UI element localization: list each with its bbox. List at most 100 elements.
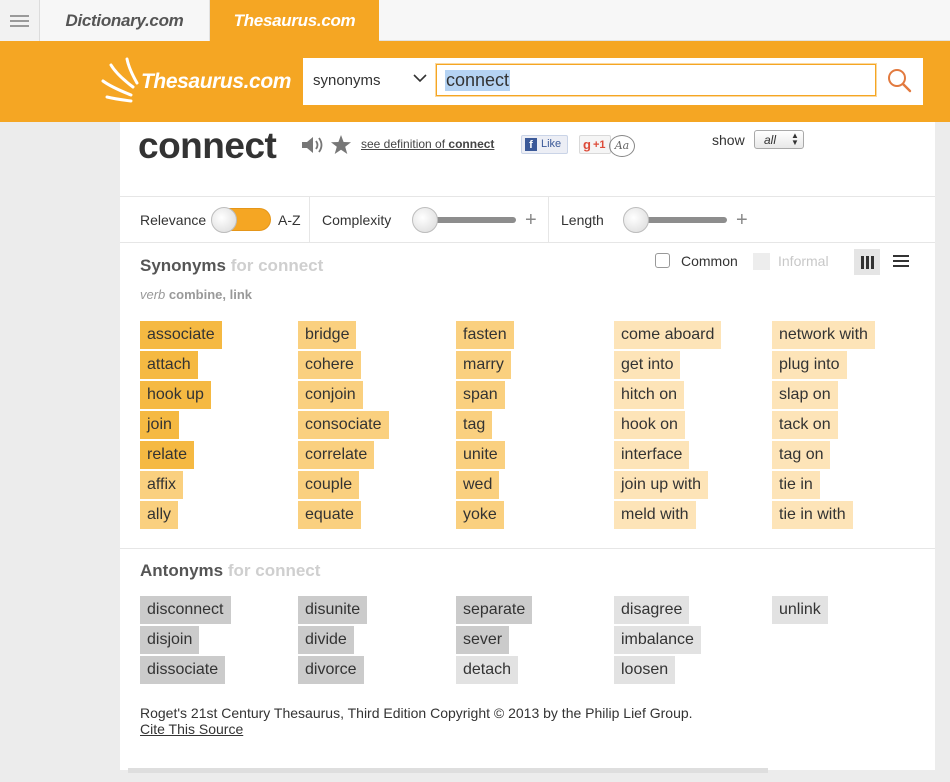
show-select-value: all: [764, 133, 777, 147]
antonyms-for-text: for connect: [227, 561, 321, 580]
search-button[interactable]: [881, 64, 919, 98]
facebook-like-button[interactable]: f Like: [521, 135, 568, 154]
card-shadow: [128, 768, 768, 773]
see-definition-link[interactable]: see definition of connect: [361, 137, 494, 151]
show-select[interactable]: all ▲ ▼: [754, 130, 804, 149]
synonym-chip[interactable]: couple: [298, 471, 360, 499]
list-view-icon[interactable]: [891, 251, 911, 271]
section-divider: [120, 548, 935, 549]
antonym-chip[interactable]: unlink: [772, 596, 828, 624]
font-size-toggle-icon[interactable]: Aa: [609, 135, 635, 157]
antonym-chip[interactable]: disconnect: [140, 596, 231, 624]
synonym-chip[interactable]: relate: [140, 441, 195, 469]
sort-toggle-knob[interactable]: [211, 207, 237, 233]
select-arrows-icon: ▲ ▼: [791, 131, 799, 147]
cite-source-link[interactable]: Cite This Source: [140, 721, 243, 737]
facebook-icon: f: [525, 138, 537, 151]
speaker-icon[interactable]: [300, 134, 324, 156]
antonym-chip[interactable]: separate: [456, 596, 533, 624]
synonym-chip[interactable]: bridge: [298, 321, 357, 349]
antonym-chip[interactable]: dissociate: [140, 656, 226, 684]
antonym-chip[interactable]: disjoin: [140, 626, 200, 654]
synonym-chip[interactable]: come aboard: [614, 321, 722, 349]
headword: connect: [138, 125, 277, 166]
synonym-chip[interactable]: hook up: [140, 381, 211, 409]
synonyms-for-text: for connect: [230, 256, 324, 275]
search-type-select[interactable]: synonyms: [303, 58, 435, 105]
antonym-chip[interactable]: loosen: [614, 656, 676, 684]
chevron-down-icon: [413, 74, 427, 83]
synonym-chip[interactable]: hitch on: [614, 381, 685, 409]
synonym-chip[interactable]: join up with: [614, 471, 709, 499]
synonym-chip[interactable]: tie in: [772, 471, 820, 499]
synonym-chip[interactable]: join: [140, 411, 179, 439]
search-type-label: synonyms: [313, 72, 381, 89]
synonym-chip[interactable]: tack on: [772, 411, 838, 439]
filter-bar: Relevance A-Z Complexity + Length +: [120, 196, 935, 243]
synonym-chip[interactable]: tie in with: [772, 501, 853, 529]
antonym-chip[interactable]: detach: [456, 656, 519, 684]
informal-label: Informal: [778, 253, 829, 269]
antonym-chip[interactable]: divorce: [298, 656, 364, 684]
thesaurus-logo[interactable]: Thesaurus.com: [101, 57, 291, 103]
synonym-chip[interactable]: tag on: [772, 441, 831, 469]
tab-thesaurus[interactable]: Thesaurus.com: [210, 0, 379, 41]
synonym-chip[interactable]: wed: [456, 471, 500, 499]
synonym-chip[interactable]: slap on: [772, 381, 838, 409]
synonym-chip[interactable]: meld with: [614, 501, 696, 529]
synonym-chip[interactable]: attach: [140, 351, 198, 379]
site-tab-bar: Dictionary.com Thesaurus.com: [0, 0, 950, 41]
synonym-chip[interactable]: fasten: [456, 321, 514, 349]
informal-checkbox[interactable]: [753, 253, 770, 270]
synonym-chip[interactable]: ally: [140, 501, 179, 529]
synonym-chip[interactable]: marry: [456, 351, 511, 379]
synonym-chip[interactable]: cohere: [298, 351, 361, 379]
antonym-chip[interactable]: disagree: [614, 596, 690, 624]
az-label: A-Z: [278, 212, 301, 228]
synonym-chip[interactable]: plug into: [772, 351, 847, 379]
synonym-chip[interactable]: correlate: [298, 441, 375, 469]
common-label: Common: [681, 253, 738, 269]
antonym-chip[interactable]: imbalance: [614, 626, 701, 654]
results-card: connect see definition of connect f Like…: [120, 122, 935, 770]
synonym-chip[interactable]: span: [456, 381, 505, 409]
star-icon[interactable]: [330, 134, 352, 156]
tab-dictionary[interactable]: Dictionary.com: [40, 0, 210, 41]
synonym-chip[interactable]: hook on: [614, 411, 685, 439]
part-of-speech: verb combine, link: [140, 287, 252, 302]
synonym-chip[interactable]: associate: [140, 321, 222, 349]
synonym-chip[interactable]: get into: [614, 351, 681, 379]
synonym-chip[interactable]: conjoin: [298, 381, 363, 409]
complexity-slider-handle[interactable]: [412, 207, 438, 233]
pos-label: verb: [140, 287, 166, 302]
synonym-chip[interactable]: yoke: [456, 501, 504, 529]
length-slider-handle[interactable]: [623, 207, 649, 233]
search-input-text: connect: [445, 70, 511, 91]
synonym-chip[interactable]: consociate: [298, 411, 389, 439]
relevance-label: Relevance: [140, 212, 207, 228]
complexity-plus-icon[interactable]: +: [525, 210, 537, 230]
search-box: synonyms connect: [303, 58, 923, 105]
synonym-chip[interactable]: equate: [298, 501, 361, 529]
synonym-chip[interactable]: network with: [772, 321, 875, 349]
complexity-slider-track[interactable]: [426, 217, 516, 223]
synonym-chip[interactable]: tag: [456, 411, 493, 439]
antonyms-title-text: Antonyms: [140, 561, 224, 580]
hamburger-menu-icon[interactable]: [0, 0, 40, 41]
synonym-chip[interactable]: interface: [614, 441, 690, 469]
common-checkbox[interactable]: [655, 253, 670, 268]
synonym-chip[interactable]: affix: [140, 471, 184, 499]
synonym-chip[interactable]: unite: [456, 441, 505, 469]
synonyms-title: Synonyms for connect: [140, 256, 323, 276]
antonym-chip[interactable]: disunite: [298, 596, 368, 624]
length-label: Length: [561, 212, 604, 228]
length-plus-icon[interactable]: +: [736, 210, 748, 230]
logo-text: Thesaurus.com: [141, 70, 292, 93]
column-view-icon[interactable]: [854, 249, 880, 275]
antonym-chip[interactable]: divide: [298, 626, 354, 654]
filter-divider: [309, 197, 310, 243]
site-header: Thesaurus.com synonyms connect: [0, 41, 950, 122]
antonym-chip[interactable]: sever: [456, 626, 510, 654]
length-slider-track[interactable]: [637, 217, 727, 223]
google-plus-button[interactable]: g +1: [579, 135, 611, 154]
